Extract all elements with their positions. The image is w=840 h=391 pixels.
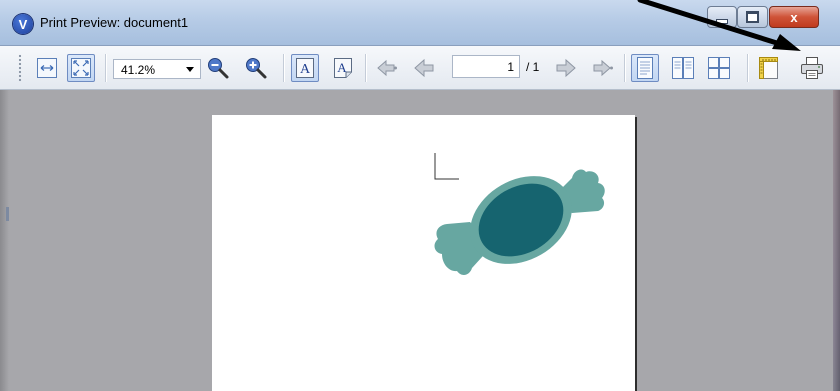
toolbar-grip[interactable]: [18, 54, 22, 82]
page-width-button[interactable]: [33, 54, 61, 82]
fit-width-icon: [37, 58, 57, 78]
maximize-icon: [746, 11, 759, 23]
zoom-out-button[interactable]: [204, 54, 232, 82]
preview-page: [212, 115, 635, 391]
zoom-in-button[interactable]: [242, 54, 270, 82]
candy-graphic: [434, 169, 605, 275]
chevron-down-icon[interactable]: [186, 67, 194, 72]
single-page-icon: [637, 57, 653, 79]
minimize-button[interactable]: [707, 6, 737, 28]
whole-page-button[interactable]: [67, 54, 95, 82]
close-button[interactable]: x: [769, 6, 819, 28]
last-page-arrow-icon: [593, 59, 613, 77]
print-button[interactable]: [798, 54, 826, 82]
next-page-arrow-icon: [556, 58, 576, 78]
two-pages-button[interactable]: [669, 54, 697, 82]
text-view-button[interactable]: A: [291, 54, 319, 82]
maximize-button[interactable]: [737, 6, 768, 28]
four-pages-icon: [708, 57, 730, 79]
svg-text:A: A: [300, 62, 311, 77]
last-page-button[interactable]: [588, 54, 616, 82]
window-title: Print Preview: document1: [40, 15, 189, 30]
page-number-input[interactable]: 1: [452, 55, 520, 78]
text-a-page-icon: A: [334, 58, 352, 78]
single-page-button[interactable]: [631, 54, 659, 82]
text-format-button[interactable]: A: [329, 54, 357, 82]
minimize-icon: [716, 18, 728, 24]
previous-page-arrow-icon: [414, 58, 434, 78]
close-icon: x: [790, 9, 798, 25]
text-a-icon: A: [296, 58, 314, 78]
preview-area[interactable]: [0, 90, 840, 391]
left-edge-strip: [0, 90, 9, 391]
previous-page-button[interactable]: [410, 54, 438, 82]
next-page-button[interactable]: [552, 54, 580, 82]
zoom-in-icon: [246, 58, 267, 79]
multiple-pages-button[interactable]: [705, 54, 733, 82]
page-count-label: / 1: [526, 60, 540, 74]
zoom-level-value: 41.2%: [121, 63, 156, 77]
first-page-button[interactable]: [372, 54, 400, 82]
two-pages-icon: [672, 57, 694, 79]
page-setup-ruler-icon: [759, 57, 778, 79]
app-logo-icon: V: [13, 14, 33, 34]
fit-page-icon: [71, 58, 91, 78]
print-preview-toolbar: 41.2% A A: [0, 46, 840, 90]
title-bar[interactable]: V Print Preview: document1 x: [0, 0, 840, 46]
zoom-level-select[interactable]: 41.2%: [113, 59, 201, 79]
right-edge-strip: [833, 90, 840, 391]
first-page-arrow-icon: [377, 59, 397, 77]
zoom-out-icon: [208, 58, 229, 79]
svg-text:A: A: [337, 60, 347, 75]
printer-icon: [801, 57, 823, 79]
page-setup-button[interactable]: [756, 54, 784, 82]
